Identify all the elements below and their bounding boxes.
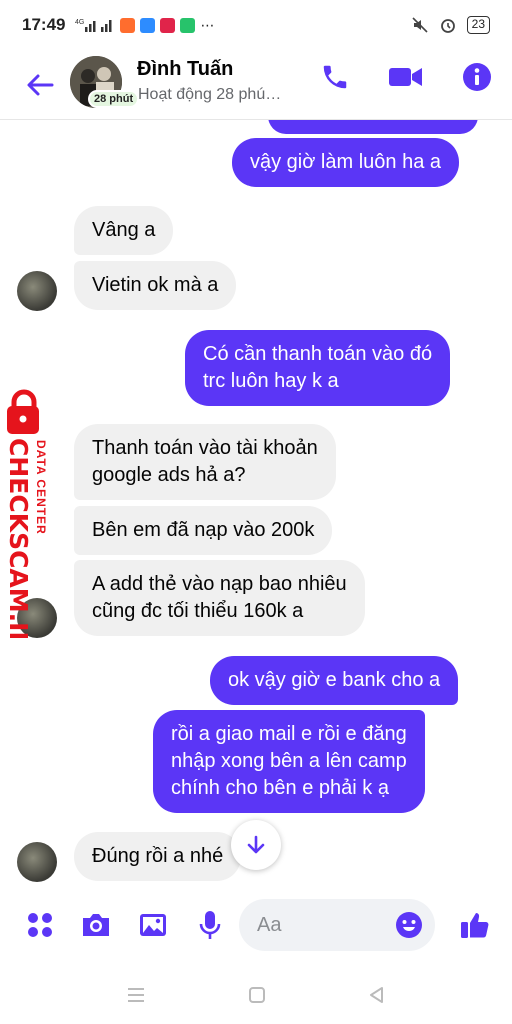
status-right-icons: 23 bbox=[411, 16, 490, 34]
back-arrow-icon bbox=[27, 74, 54, 95]
message-app-icon bbox=[180, 17, 196, 33]
more-actions-button[interactable] bbox=[22, 907, 58, 943]
phone-call-icon[interactable] bbox=[320, 62, 350, 92]
message-text-line: A add thẻ vào nạp bao nhiêu bbox=[92, 573, 347, 595]
message-text-line: cũng đc tối thiểu 160k a bbox=[92, 600, 304, 622]
header-actions bbox=[320, 62, 492, 92]
contact-name[interactable]: Đình Tuấn bbox=[137, 58, 233, 81]
message-bubble-incoming[interactable]: Vâng a bbox=[74, 206, 174, 255]
system-navigation-bar bbox=[0, 965, 512, 1024]
message-text: Đúng rồi a nhé bbox=[92, 845, 224, 867]
mute-icon bbox=[412, 17, 428, 33]
camera-icon bbox=[83, 914, 109, 936]
status-bar: 17:49 4G ⋯ 23 bbox=[0, 0, 512, 50]
message-text: vậy giờ làm luôn ha a bbox=[250, 151, 441, 173]
voice-button[interactable] bbox=[192, 907, 228, 943]
message-text: Bên em đã nạp vào 200k bbox=[92, 519, 315, 541]
back-button[interactable] bbox=[0, 73, 80, 97]
battery-indicator: 23 bbox=[466, 16, 490, 34]
status-left-icons: 4G ⋯ bbox=[75, 17, 214, 34]
message-bubble-incoming[interactable]: Bên em đã nạp vào 200k bbox=[74, 506, 333, 555]
message-bubble-partial[interactable] bbox=[268, 120, 478, 134]
message-bubble-outgoing[interactable]: Có cần thanh toán vào đó trc luôn hay k … bbox=[185, 330, 451, 406]
message-text-line: trc luôn hay k a bbox=[203, 370, 339, 392]
messenger-screen: 17:49 4G ⋯ 23 28 phút Đình Tuấn Hoạt độn… bbox=[0, 0, 512, 1024]
message-bubble-outgoing[interactable]: ok vậy giờ e bank cho a bbox=[210, 656, 459, 705]
camera-button[interactable] bbox=[78, 907, 114, 943]
watermark-sub: DATA CENTER bbox=[34, 440, 48, 535]
signal-icon: 4G bbox=[75, 19, 112, 32]
message-bubble-incoming[interactable]: Thanh toán vào tài khoản google ads hả a… bbox=[74, 424, 336, 500]
scroll-to-bottom-button[interactable] bbox=[231, 820, 281, 870]
contact-avatar-small[interactable] bbox=[17, 842, 57, 882]
gallery-button[interactable] bbox=[135, 907, 171, 943]
watermark-graphic: CHECKSCAM.INFO DATA CENTER bbox=[4, 389, 48, 691]
image-icon bbox=[140, 914, 166, 936]
network-label: 4G bbox=[75, 19, 84, 26]
message-text-line: Thanh toán vào tài khoản bbox=[92, 437, 318, 459]
checkscam-watermark: CHECKSCAM.INFO DATA CENTER bbox=[4, 388, 64, 691]
message-bubble-incoming[interactable]: A add thẻ vào nạp bao nhiêu cũng đc tối … bbox=[74, 560, 365, 636]
emoji-icon[interactable] bbox=[395, 911, 423, 939]
watermark-brand: CHECKSCAM.INFO bbox=[4, 438, 33, 638]
zalo-app-icon bbox=[140, 17, 156, 33]
alarm-icon bbox=[440, 19, 455, 33]
message-bubble-incoming[interactable]: Vietin ok mà a bbox=[74, 261, 237, 310]
message-text: Vietin ok mà a bbox=[92, 274, 219, 296]
more-notifications-icon: ⋯ bbox=[200, 16, 215, 33]
contact-status: Hoạt động 28 phú… bbox=[138, 86, 282, 103]
contact-avatar-small[interactable] bbox=[17, 271, 57, 311]
shopee-app-icon bbox=[120, 17, 136, 33]
message-input-placeholder: Aa bbox=[257, 913, 282, 936]
message-text-line: google ads hả a? bbox=[92, 464, 246, 486]
message-text-line: rồi a giao mail e rồi e đăng bbox=[171, 723, 407, 745]
message-text-line: chính cho bên e phải k ạ bbox=[171, 777, 389, 799]
back-nav-icon[interactable] bbox=[367, 985, 387, 1005]
message-input[interactable]: Aa bbox=[239, 899, 435, 951]
red-app-icon bbox=[160, 17, 176, 33]
message-bubble-incoming[interactable]: Đúng rồi a nhé bbox=[74, 832, 242, 881]
message-bubble-outgoing[interactable]: rồi a giao mail e rồi e đăng nhập xong b… bbox=[153, 710, 425, 813]
home-icon[interactable] bbox=[247, 985, 267, 1005]
message-text-line: Có cần thanh toán vào đó bbox=[203, 343, 433, 365]
video-call-icon[interactable] bbox=[388, 63, 424, 91]
grid-dots-icon bbox=[28, 913, 52, 937]
conversation-header: 28 phút Đình Tuấn Hoạt động 28 phú… bbox=[0, 50, 512, 120]
arrow-down-icon bbox=[247, 835, 265, 854]
message-text: Vâng a bbox=[92, 219, 156, 241]
message-composer: Aa bbox=[0, 885, 512, 965]
status-time: 17:49 bbox=[22, 15, 66, 34]
message-bubble-outgoing[interactable]: vậy giờ làm luôn ha a bbox=[232, 138, 459, 187]
recent-apps-icon[interactable] bbox=[125, 985, 147, 1005]
info-icon[interactable] bbox=[462, 62, 492, 92]
message-text-line: nhập xong bên a lên camp bbox=[171, 750, 407, 772]
active-time-badge: 28 phút bbox=[88, 90, 140, 108]
message-list[interactable]: vậy giờ làm luôn ha a Vâng a Vietin ok m… bbox=[0, 120, 512, 885]
like-button[interactable] bbox=[457, 907, 493, 943]
microphone-icon bbox=[199, 911, 221, 939]
message-text: ok vậy giờ e bank cho a bbox=[228, 669, 441, 691]
thumbs-up-icon bbox=[461, 913, 489, 938]
